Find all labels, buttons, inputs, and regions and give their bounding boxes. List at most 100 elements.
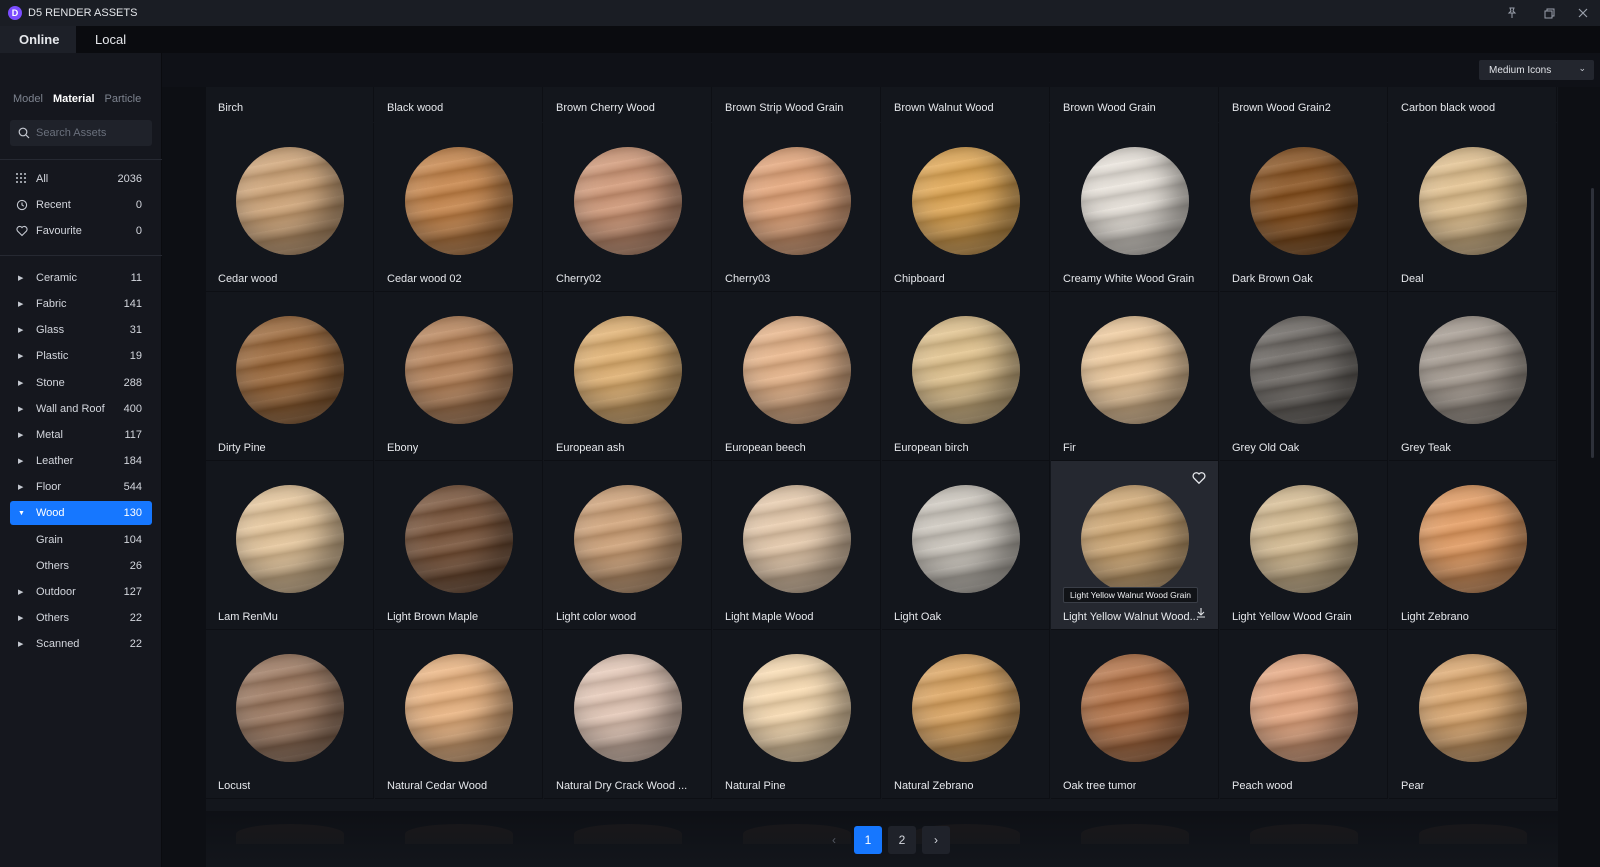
material-card[interactable]: Light Oak [882, 461, 1050, 630]
material-name: Dirty Pine [218, 442, 266, 454]
category-item-wood[interactable]: ▼ Wood 130 [10, 501, 152, 526]
top-label-cell[interactable]: Black wood [375, 87, 543, 122]
material-card[interactable]: European ash [544, 292, 712, 461]
app-logo-icon: D [8, 6, 22, 20]
category-item-metal[interactable]: ▶ Metal 117 [10, 423, 152, 447]
material-card[interactable]: Locust [206, 630, 374, 799]
material-card[interactable]: Grey Teak [1389, 292, 1557, 461]
caret-right-icon: ▶ [18, 431, 24, 439]
category-item-glass[interactable]: ▶ Glass 31 [10, 318, 152, 342]
category-item-grain[interactable]: Grain 104 [10, 528, 152, 552]
top-label-cell[interactable]: Brown Walnut Wood [882, 87, 1050, 122]
material-name: Fir [1063, 442, 1076, 454]
category-item-others[interactable]: Others 26 [10, 554, 152, 578]
top-label-cell[interactable]: Birch [206, 87, 374, 122]
material-card[interactable]: Creamy White Wood Grain [1051, 123, 1219, 292]
page-button-1[interactable]: 1 [854, 826, 882, 854]
material-card[interactable]: Grey Old Oak [1220, 292, 1388, 461]
view-size-select[interactable]: Medium Icons ⌄ [1479, 60, 1594, 80]
material-card[interactable]: Light Yellow Wood Grain [1220, 461, 1388, 630]
category-item-fabric[interactable]: ▶ Fabric 141 [10, 292, 152, 316]
material-card[interactable]: Natural Cedar Wood [375, 630, 543, 799]
material-card[interactable]: Oak tree tumor [1051, 630, 1219, 799]
material-name: Carbon black wood [1401, 102, 1496, 114]
material-card[interactable]: Natural Pine [713, 630, 881, 799]
category-item-plastic[interactable]: ▶ Plastic 19 [10, 344, 152, 368]
material-card[interactable]: Cedar wood 02 [375, 123, 543, 292]
sidebar-item-favourite[interactable]: Favourite 0 [10, 219, 152, 243]
category-item-outdoor[interactable]: ▶ Outdoor 127 [10, 580, 152, 604]
favourite-heart-icon[interactable] [1192, 471, 1206, 485]
material-name: Natural Pine [725, 780, 786, 792]
material-card[interactable]: Light Maple Wood [713, 461, 881, 630]
prev-page-button[interactable]: ‹ [820, 826, 848, 854]
material-card[interactable]: Cedar wood [206, 123, 374, 292]
material-card[interactable]: European birch [882, 292, 1050, 461]
category-item-stone[interactable]: ▶ Stone 288 [10, 371, 152, 395]
material-card[interactable]: Natural Zebrano [882, 630, 1050, 799]
material-card[interactable]: Light Zebrano [1389, 461, 1557, 630]
material-card[interactable]: Dirty Pine [206, 292, 374, 461]
material-preview-sphere [236, 316, 344, 424]
category-count: 22 [129, 638, 142, 651]
category-item-leather[interactable]: ▶ Leather 184 [10, 449, 152, 473]
category-count: 127 [123, 585, 142, 598]
top-label-cell[interactable]: Brown Wood Grain [1051, 87, 1219, 122]
restore-window-icon[interactable] [1540, 4, 1558, 22]
top-label-cell[interactable]: Brown Strip Wood Grain [713, 87, 881, 122]
caret-right-icon: ▶ [18, 405, 24, 413]
category-label: Fabric [36, 298, 67, 311]
top-label-cell[interactable]: Brown Cherry Wood [544, 87, 712, 122]
category-count: 130 [123, 507, 142, 520]
tab-model[interactable]: Model [13, 93, 43, 105]
material-card[interactable]: European beech [713, 292, 881, 461]
category-item-ceramic[interactable]: ▶ Ceramic 11 [10, 266, 152, 290]
category-item-floor[interactable]: ▶ Floor 544 [10, 475, 152, 499]
material-name: Grey Old Oak [1232, 442, 1300, 454]
tab-particle[interactable]: Particle [105, 93, 142, 105]
caret-right-icon: ▶ [18, 301, 24, 309]
material-card[interactable]: Dark Brown Oak [1220, 123, 1388, 292]
material-card[interactable]: Natural Dry Crack Wood ... [544, 630, 712, 799]
next-page-button[interactable]: › [922, 826, 950, 854]
search-box[interactable] [10, 120, 152, 146]
material-card[interactable]: Fir [1051, 292, 1219, 461]
material-card[interactable]: Pear [1389, 630, 1557, 799]
tab-online[interactable]: Online [0, 26, 76, 53]
material-name: Birch [218, 102, 244, 114]
top-label-cell[interactable]: Brown Wood Grain2 [1220, 87, 1388, 122]
material-name: Light Yellow Walnut Wood... [1063, 611, 1199, 623]
search-input[interactable] [36, 127, 146, 139]
material-card[interactable]: Light Brown Maple [375, 461, 543, 630]
material-card[interactable]: Ebony [375, 292, 543, 461]
material-card[interactable]: Light color wood [544, 461, 712, 630]
sidebar-item-all[interactable]: All 2036 [10, 167, 152, 191]
material-preview-sphere [1250, 485, 1358, 593]
category-count: 288 [123, 376, 142, 389]
material-preview-sphere [1419, 147, 1527, 255]
tab-local[interactable]: Local [76, 26, 145, 53]
material-card[interactable]: Deal [1389, 123, 1557, 292]
material-card[interactable]: Chipboard [882, 123, 1050, 292]
category-item-wall-and-roof[interactable]: ▶ Wall and Roof 400 [10, 397, 152, 421]
category-item-scanned[interactable]: ▶ Scanned 22 [10, 632, 152, 656]
material-card[interactable]: Lam RenMu [206, 461, 374, 630]
source-tabs: Online Local [0, 26, 1600, 53]
pin-icon[interactable] [1503, 4, 1521, 22]
download-icon[interactable] [1196, 607, 1206, 621]
top-label-cell[interactable]: Carbon black wood [1389, 87, 1557, 122]
sidebar-item-recent[interactable]: Recent 0 [10, 193, 152, 217]
page-button-2[interactable]: 2 [888, 826, 916, 854]
material-card[interactable]: Peach wood [1220, 630, 1388, 799]
close-icon[interactable] [1574, 4, 1592, 22]
category-item-others[interactable]: ▶ Others 22 [10, 606, 152, 630]
material-card[interactable]: Cherry03 [713, 123, 881, 292]
scrollbar[interactable] [1591, 188, 1594, 458]
material-name: European beech [725, 442, 806, 454]
material-card[interactable]: Light Yellow Walnut Wood... Light Yellow … [1051, 461, 1219, 630]
tab-material[interactable]: Material [53, 93, 95, 105]
category-count: 184 [123, 455, 142, 468]
material-card[interactable]: Cherry02 [544, 123, 712, 292]
view-size-value: Medium Icons [1489, 64, 1552, 76]
sidebar: Model Material Particle All2036Recent0Fa… [0, 53, 162, 867]
